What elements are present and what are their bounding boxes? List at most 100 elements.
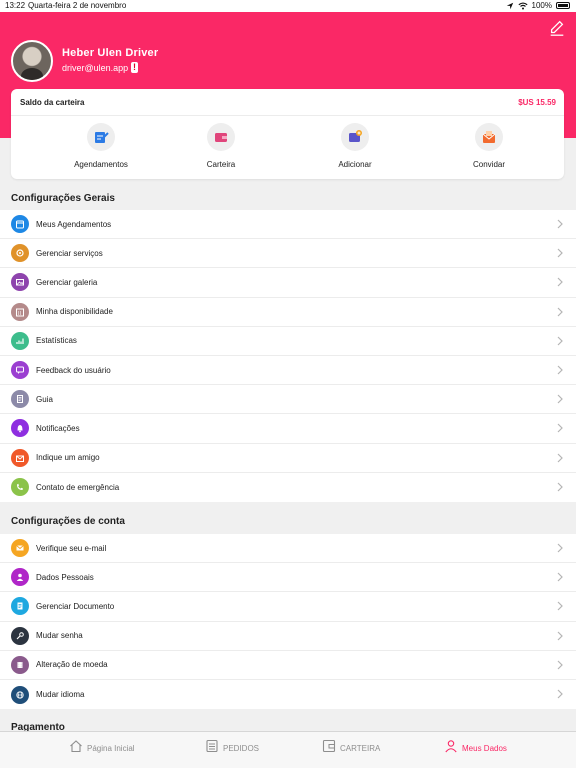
menu-item-label: Contato de emergência [36, 482, 120, 492]
menu-item-emergency-contact[interactable]: Contato de emergência [0, 473, 576, 502]
quick-action-invite[interactable]: Convidar [429, 123, 549, 169]
menu-item-verify-email[interactable]: Verifique seu e-mail [0, 534, 576, 564]
location-icon [506, 2, 513, 9]
tab-my-data[interactable]: Meus Dados [444, 739, 507, 753]
menu-item-manage-gallery[interactable]: Gerenciar galeria [0, 268, 576, 298]
status-date: Quarta-feira 2 de novembro [28, 1, 127, 10]
chevron-right-icon [557, 248, 563, 258]
globe-icon [11, 685, 29, 704]
wallet-balance-amount: $US 15.59 [518, 98, 556, 107]
menu-item-notifications[interactable]: Notificações [0, 414, 576, 444]
email-icon [11, 539, 29, 558]
menu-item-label: Gerenciar Documento [36, 601, 115, 611]
user-email: driver@ulen.app [62, 63, 129, 73]
menu-item-guide[interactable]: Guia [0, 385, 576, 415]
tab-wallet[interactable]: CARTEIRA [322, 739, 380, 753]
battery-percent: 100% [531, 1, 552, 10]
tab-label: CARTEIRA [340, 744, 381, 753]
status-bar: 13:22 Quarta-feira 2 de novembro 100% [0, 0, 576, 12]
unverified-alert-icon[interactable]: ! [131, 62, 138, 73]
menu-item-label: Minha disponibilidade [36, 307, 113, 317]
menu-item-label: Alteração de moeda [36, 660, 108, 670]
quick-action-add[interactable]: Adicionar [295, 123, 415, 169]
tab-label: Meus Dados [462, 744, 507, 753]
tab-orders[interactable]: PEDIDOS [205, 739, 259, 753]
chevron-right-icon [557, 660, 563, 670]
chevron-right-icon [557, 453, 563, 462]
section-title-general: Configurações Gerais [11, 193, 115, 204]
statistics-icon [11, 331, 29, 350]
avatar[interactable] [11, 40, 53, 82]
menu-item-manage-services[interactable]: Gerenciar serviços [0, 239, 576, 269]
menu-item-label: Mudar idioma [36, 690, 85, 700]
menu-item-label: Indique um amigo [36, 453, 100, 463]
chevron-right-icon [557, 336, 563, 346]
chevron-right-icon [557, 423, 563, 433]
currency-icon [11, 655, 29, 674]
emergency-phone-icon [11, 478, 29, 497]
profile-tab-icon [445, 740, 457, 753]
quick-action-wallet[interactable]: Carteira [161, 123, 281, 169]
menu-item-user-feedback[interactable]: Feedback do usuário [0, 356, 576, 386]
user-name: Heber Ulen Driver [62, 47, 159, 59]
menu-item-manage-document[interactable]: Gerenciar Documento [0, 592, 576, 622]
availability-icon [11, 302, 29, 321]
menu-item-change-password[interactable]: Mudar senha [0, 622, 576, 651]
quick-action-appointments[interactable]: Agendamentos [41, 123, 161, 169]
home-icon [70, 740, 82, 753]
menu-item-statistics[interactable]: Estatísticas [0, 327, 576, 356]
section-title-account: Configurações de conta [11, 516, 125, 527]
calendar-edit-icon [95, 132, 109, 143]
bottom-tab-bar: Página Inicial PEDIDOS CARTEIRA Meus Dad… [0, 731, 576, 768]
edit-icon[interactable] [548, 19, 566, 37]
menu-item-label: Notificações [36, 423, 80, 433]
chevron-right-icon [557, 277, 563, 287]
menu-item-change-currency[interactable]: Alteração de moeda [0, 651, 576, 680]
guide-icon [11, 390, 29, 409]
refer-friend-icon [11, 448, 29, 467]
calendar-icon [11, 215, 29, 234]
feedback-icon [11, 361, 29, 380]
status-time: 13:22 [5, 1, 26, 10]
wifi-icon [518, 2, 528, 9]
menu-item-personal-data[interactable]: Dados Pessoais [0, 563, 576, 593]
menu-item-label: Estatísticas [36, 336, 77, 346]
tab-label: Página Inicial [87, 744, 135, 753]
wallet-icon [215, 133, 227, 142]
wallet-balance-label: Saldo da carteira [20, 98, 85, 107]
menu-item-refer-friend[interactable]: Indique um amigo [0, 444, 576, 473]
orders-icon [206, 739, 218, 753]
chevron-right-icon [557, 394, 563, 404]
person-icon [11, 568, 29, 587]
menu-item-label: Guia [36, 394, 53, 404]
services-icon [11, 244, 29, 263]
general-settings-list: Meus Agendamentos Gerenciar serviços Ger… [0, 210, 576, 502]
menu-item-label: Verifique seu e-mail [36, 543, 107, 553]
chevron-right-icon [557, 689, 563, 699]
quick-action-label: Convidar [472, 160, 505, 169]
menu-item-availability[interactable]: Minha disponibilidade [0, 298, 576, 327]
menu-item-label: Mudar senha [36, 631, 83, 641]
menu-item-change-language[interactable]: Mudar idioma [0, 680, 576, 709]
wallet-add-icon [349, 130, 362, 142]
menu-item-label: Gerenciar galeria [36, 277, 98, 287]
key-icon [11, 626, 29, 645]
bell-icon [11, 419, 29, 438]
account-settings-list: Verifique seu e-mail Dados Pessoais Gere… [0, 534, 576, 710]
quick-action-label: Adicionar [338, 160, 372, 169]
chevron-right-icon [557, 572, 563, 582]
chevron-right-icon [557, 219, 563, 229]
gallery-icon [11, 273, 29, 292]
wallet-tab-icon [322, 739, 336, 753]
quick-action-label: Carteira [206, 160, 236, 169]
tab-home[interactable]: Página Inicial [69, 739, 135, 753]
chevron-right-icon [557, 543, 563, 553]
menu-item-label: Feedback do usuário [36, 365, 111, 375]
invite-mail-icon [482, 131, 496, 143]
menu-item-my-appointments[interactable]: Meus Agendamentos [0, 210, 576, 240]
menu-item-label: Dados Pessoais [36, 572, 94, 582]
quick-action-label: Agendamentos [74, 160, 128, 169]
menu-item-label: Meus Agendamentos [36, 219, 112, 229]
menu-item-label: Gerenciar serviços [36, 248, 103, 258]
wallet-balance-row[interactable]: Saldo da carteira $US 15.59 [11, 89, 564, 116]
